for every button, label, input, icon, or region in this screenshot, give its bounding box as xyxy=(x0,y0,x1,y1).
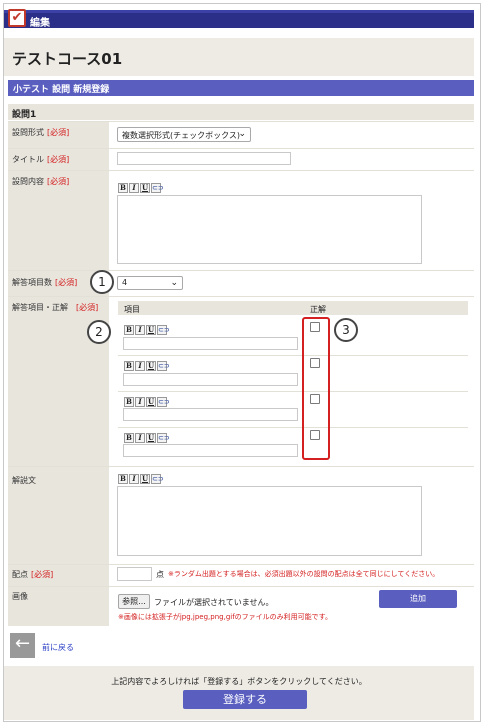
col-correct-header: 正解 xyxy=(310,305,326,314)
required-tag: [必須] xyxy=(47,128,70,137)
submit-button[interactable]: 登録する xyxy=(183,690,307,709)
answer-toolbar: B I U ⊂⊃ xyxy=(124,361,170,371)
section-title-bar: 小テスト 設問 新規登録 xyxy=(8,80,474,96)
italic-button[interactable]: I xyxy=(129,474,139,484)
title-input[interactable] xyxy=(117,152,291,165)
section-title: 小テスト 設問 新規登録 xyxy=(13,85,110,95)
row-answer-count: 解答項目数 [必須] xyxy=(8,270,474,296)
image-note: ※画像には拡張子がjpg,jpeg,png,gifのファイルのみ利用可能です。 xyxy=(118,613,332,621)
content-textarea[interactable] xyxy=(117,195,422,264)
bold-button[interactable]: B xyxy=(124,397,134,407)
correct-highlight-box xyxy=(302,317,330,460)
link-icon[interactable]: ⊂⊃ xyxy=(157,433,170,443)
underline-button[interactable]: U xyxy=(140,474,150,484)
link-icon[interactable]: ⊂⊃ xyxy=(151,474,164,484)
course-title: テストコース01 xyxy=(12,50,123,68)
title-label: タイトル xyxy=(12,155,44,164)
underline-button[interactable]: U xyxy=(146,361,156,371)
answer-count-label: 解答項目数 xyxy=(12,278,52,287)
link-icon[interactable]: ⊂⊃ xyxy=(157,397,170,407)
italic-button[interactable]: I xyxy=(135,433,145,443)
question-heading-bar: 設問1 xyxy=(8,104,474,120)
required-tag: [必須] xyxy=(55,278,78,287)
underline-button[interactable]: U xyxy=(146,397,156,407)
back-arrow-icon[interactable]: ← xyxy=(10,633,35,658)
question-type-label: 設問形式 xyxy=(12,128,44,137)
col-item-header: 項目 xyxy=(124,305,140,314)
required-tag: [必須] xyxy=(47,177,70,186)
divider xyxy=(118,355,468,356)
link-icon[interactable]: ⊂⊃ xyxy=(157,325,170,335)
bold-button[interactable]: B xyxy=(124,433,134,443)
label-cell: 配点 [必須] xyxy=(8,565,109,586)
no-file-text: ファイルが選択されていません。 xyxy=(154,598,274,607)
divider xyxy=(118,391,468,392)
points-label: 配点 xyxy=(12,570,28,579)
bold-button[interactable]: B xyxy=(124,361,134,371)
answer-input-2[interactable] xyxy=(123,373,298,386)
add-button[interactable]: 追加 xyxy=(379,590,457,608)
underline-button[interactable]: U xyxy=(146,325,156,335)
answer-count-value: 4 xyxy=(122,278,128,287)
content-label: 設問内容 xyxy=(12,177,44,186)
label-cell: 解説文 xyxy=(8,467,109,564)
answer-input-4[interactable] xyxy=(123,444,298,457)
label-cell: 画像 xyxy=(8,587,109,626)
link-icon[interactable]: ⊂⊃ xyxy=(157,361,170,371)
bold-button[interactable]: B xyxy=(124,325,134,335)
required-tag: [必須] xyxy=(31,570,54,579)
answer-toolbar: B I U ⊂⊃ xyxy=(124,433,170,443)
italic-button[interactable]: I xyxy=(135,397,145,407)
italic-button[interactable]: I xyxy=(135,325,145,335)
back-link[interactable]: 前に戻る xyxy=(42,642,74,653)
header-bar: ✔ 編集 xyxy=(4,9,474,29)
answers-header: 項目 正解 xyxy=(118,301,468,315)
label-cell: 設問形式 [必須] xyxy=(8,122,109,148)
explanation-textarea[interactable] xyxy=(117,486,422,556)
underline-button[interactable]: U xyxy=(146,433,156,443)
footer-message: 上記内容でよろしければ「登録する」ボタンをクリックしてください。 xyxy=(111,677,367,686)
question-heading: 設問1 xyxy=(12,110,37,120)
italic-button[interactable]: I xyxy=(129,183,139,193)
footer: 上記内容でよろしければ「登録する」ボタンをクリックしてください。 登録する xyxy=(4,666,474,720)
points-note: ※ランダム出題とする場合は、必須出題以外の設問の配点は全て同じにしてください。 xyxy=(168,570,440,578)
label-cell: タイトル [必須] xyxy=(8,149,109,170)
callout-badge-2: 2 xyxy=(87,320,111,344)
link-icon[interactable]: ⊂⊃ xyxy=(151,183,164,193)
checkmark-icon: ✔ xyxy=(8,9,26,27)
bold-button[interactable]: B xyxy=(118,183,128,193)
answer-toolbar: B I U ⊂⊃ xyxy=(124,397,170,407)
answer-input-3[interactable] xyxy=(123,408,298,421)
answer-count-select[interactable]: 4 ⌄ xyxy=(117,276,183,290)
callout-badge-3: 3 xyxy=(334,318,358,342)
image-label: 画像 xyxy=(12,592,28,601)
chevron-down-icon: ⌄ xyxy=(170,278,178,288)
points-unit: 点 xyxy=(156,570,164,579)
callout-badge-1: 1 xyxy=(90,270,114,294)
answer-input-1[interactable] xyxy=(123,337,298,350)
required-tag: [必須] xyxy=(47,155,70,164)
underline-button[interactable]: U xyxy=(140,183,150,193)
answers-label: 解答項目・正解 xyxy=(12,303,68,312)
label-cell: 設問内容 [必須] xyxy=(8,171,109,270)
points-input[interactable] xyxy=(117,567,152,581)
question-type-select[interactable]: 複数選択形式(チェックボックス) ⌄ xyxy=(117,127,251,142)
explanation-toolbar: B I U ⊂⊃ xyxy=(118,474,164,484)
question-type-value: 複数選択形式(チェックボックス) xyxy=(122,131,241,140)
header-title: 編集 xyxy=(30,18,50,29)
explanation-label: 解説文 xyxy=(12,476,36,485)
required-tag: [必須] xyxy=(76,303,99,312)
content-toolbar: B I U ⊂⊃ xyxy=(118,183,164,193)
answer-toolbar: B I U ⊂⊃ xyxy=(124,325,170,335)
browse-button[interactable]: 参照... xyxy=(118,594,150,609)
italic-button[interactable]: I xyxy=(135,361,145,371)
divider xyxy=(118,427,468,428)
chevron-down-icon: ⌄ xyxy=(238,129,246,139)
bold-button[interactable]: B xyxy=(118,474,128,484)
course-title-bar: テストコース01 xyxy=(4,38,474,76)
